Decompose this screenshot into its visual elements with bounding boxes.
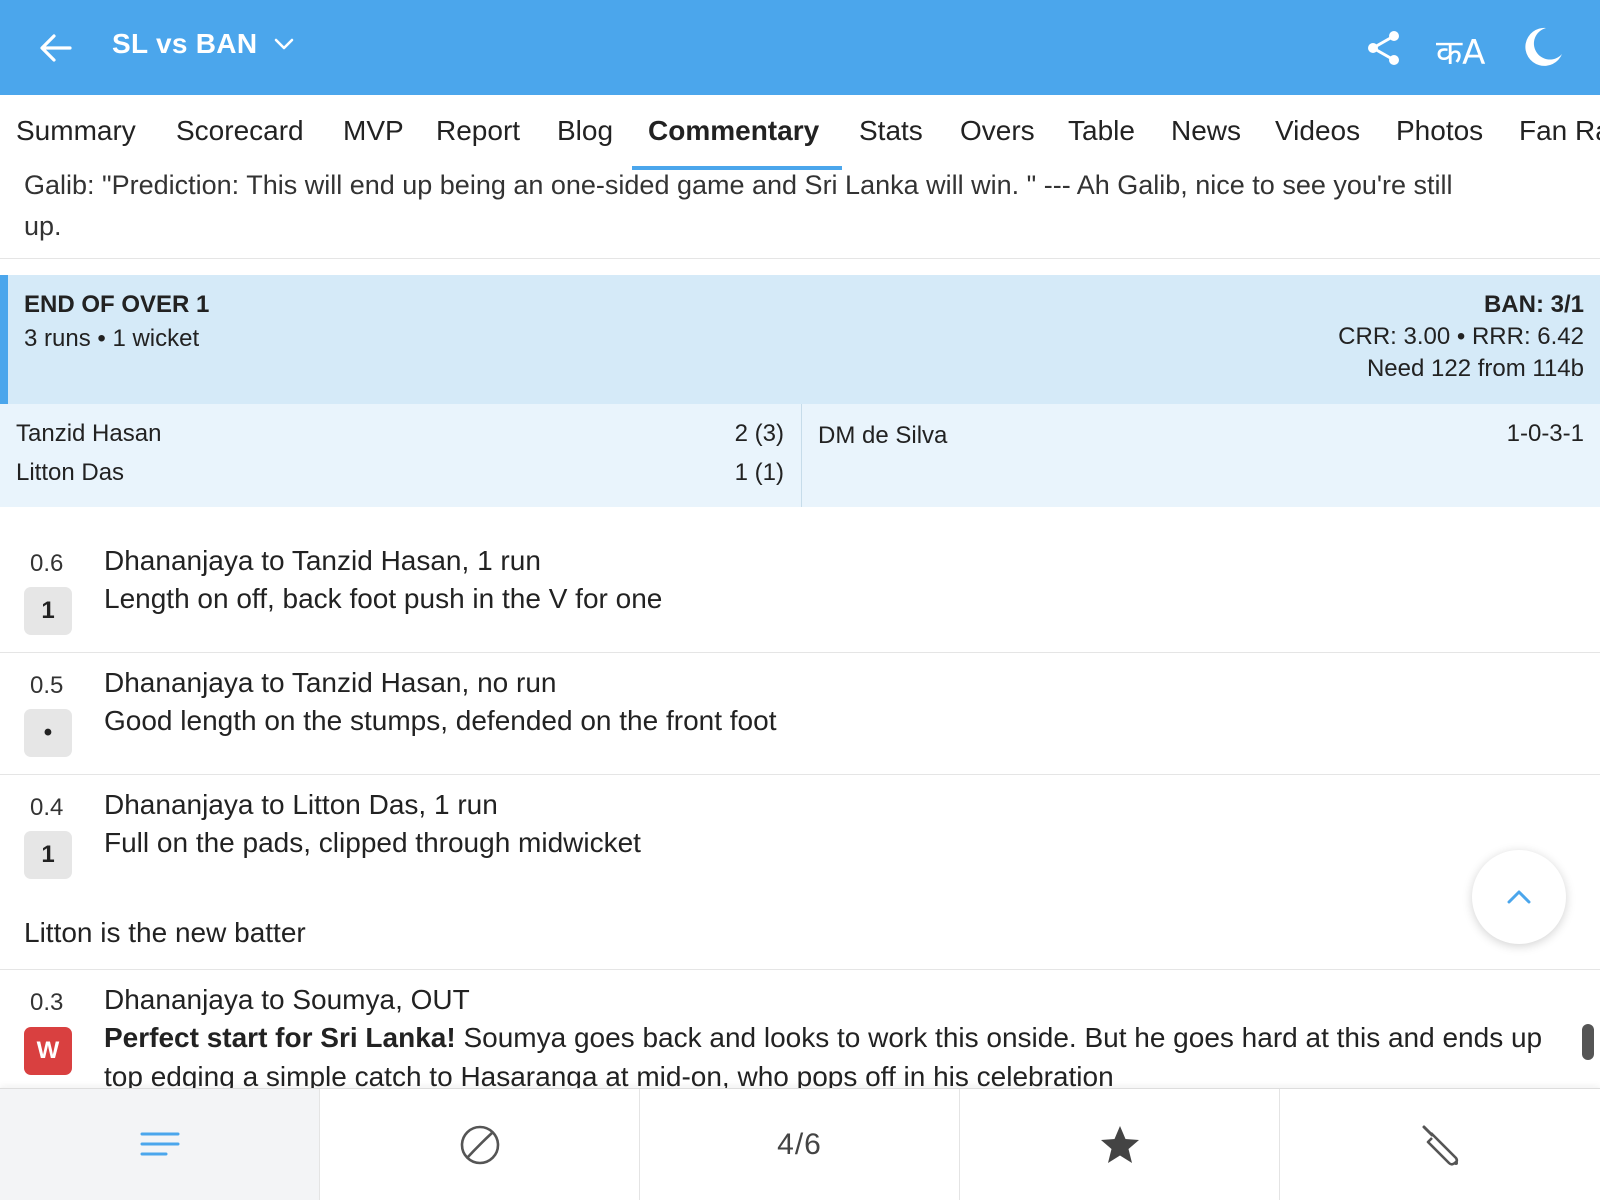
nav-page-indicator[interactable]: 4/6 xyxy=(640,1089,960,1200)
moon-icon[interactable] xyxy=(1520,24,1566,70)
chevron-down-icon xyxy=(275,38,294,50)
menu-icon xyxy=(140,1132,179,1156)
chevron-up-icon xyxy=(1507,890,1531,904)
commentary-text-body: Soumya goes back and looks to work this … xyxy=(455,1022,1543,1053)
bowler-figures: 1-0-3-1 xyxy=(1506,420,1584,447)
dot-ball-badge: • xyxy=(24,709,72,757)
players-panel: Tanzid Hasan 2 (3) Litton Das 1 (1) DM d… xyxy=(0,404,1600,507)
batter-score: 2 (3) xyxy=(734,420,784,447)
bowler-name: DM de Silva xyxy=(818,422,948,449)
over-summary: END OF OVER 1 3 runs • 1 wicket BAN: 3/1… xyxy=(0,275,1600,404)
divider xyxy=(0,774,1600,775)
previous-comment-line-2: up. xyxy=(24,211,62,241)
commentary-title: Dhananjaya to Soumya, OUT xyxy=(104,984,470,1015)
tab-bar: Summary Scorecard MVP Report Blog Commen… xyxy=(0,95,1600,175)
share-icon[interactable] xyxy=(1364,28,1404,68)
tab-photos[interactable]: Photos xyxy=(1396,115,1483,147)
tab-summary[interactable]: Summary xyxy=(16,115,136,147)
commentary-text: Good length on the stumps, defended on t… xyxy=(104,705,777,736)
commentary-text: Perfect start for Sri Lanka! Soumya goes… xyxy=(104,1022,1542,1054)
previous-comment-line-1: Galib: "Prediction: This will end up bei… xyxy=(24,170,1453,200)
tab-scorecard[interactable]: Scorecard xyxy=(176,115,304,147)
bat-icon xyxy=(1422,1125,1459,1166)
runs-badge: 1 xyxy=(24,587,72,635)
previous-comment: Galib: "Prediction: This will end up bei… xyxy=(24,165,1564,247)
tab-fan-ratings[interactable]: Fan Ra xyxy=(1519,115,1600,147)
nav-favorites[interactable] xyxy=(960,1089,1280,1200)
over-title: END OF OVER 1 xyxy=(24,291,210,318)
tab-report[interactable]: Report xyxy=(436,115,520,147)
divider xyxy=(0,969,1600,970)
divider xyxy=(0,652,1600,653)
page-indicator: 4/6 xyxy=(777,1128,822,1161)
tab-overs[interactable]: Overs xyxy=(960,115,1035,147)
back-arrow-icon[interactable] xyxy=(34,26,78,70)
ball-number: 0.4 xyxy=(30,794,64,821)
target-need: Need 122 from 114b xyxy=(1366,355,1584,382)
divider xyxy=(0,258,1600,259)
app-bar: SL vs BAN क​A xyxy=(0,0,1600,95)
runs-badge: 1 xyxy=(24,831,72,879)
bottom-navigation: 4/6 xyxy=(0,1088,1600,1200)
team-score: BAN: 3/1 xyxy=(1483,291,1584,318)
run-rates: CRR: 3.00 • RRR: 6.42 xyxy=(1338,323,1584,350)
commentary-text: Full on the pads, clipped through midwic… xyxy=(104,827,641,858)
tab-videos[interactable]: Videos xyxy=(1275,115,1360,147)
match-selector[interactable]: SL vs BAN xyxy=(112,28,297,60)
tab-mvp[interactable]: MVP xyxy=(343,115,404,147)
star-icon xyxy=(1100,1126,1139,1163)
language-icon[interactable]: क​A xyxy=(1436,28,1485,74)
commentary-title: Dhananjaya to Tanzid Hasan, no run xyxy=(104,667,557,698)
scroll-to-top-button[interactable] xyxy=(1472,850,1566,944)
batter-name: Litton Das xyxy=(16,459,125,486)
ball-icon xyxy=(460,1125,499,1165)
ball-number: 0.3 xyxy=(30,989,64,1016)
wicket-badge: W xyxy=(24,1027,72,1075)
divider xyxy=(801,404,802,507)
tab-table[interactable]: Table xyxy=(1068,115,1135,147)
tab-commentary[interactable]: Commentary xyxy=(648,115,819,147)
tab-stats[interactable]: Stats xyxy=(859,115,923,147)
batter-name: Tanzid Hasan xyxy=(16,420,162,447)
scrollbar-thumb[interactable] xyxy=(1582,1024,1594,1060)
match-title: SL vs BAN xyxy=(112,28,258,59)
ball-number: 0.6 xyxy=(30,550,64,577)
ball-number: 0.5 xyxy=(30,672,64,699)
tab-news[interactable]: News xyxy=(1171,115,1241,147)
new-batter-note: Litton is the new batter xyxy=(24,917,306,948)
nav-ball[interactable] xyxy=(320,1089,640,1200)
nav-commentary[interactable] xyxy=(0,1089,320,1200)
nav-batting[interactable] xyxy=(1280,1089,1600,1200)
batter-score: 1 (1) xyxy=(734,459,784,486)
tab-blog[interactable]: Blog xyxy=(557,115,613,147)
commentary-highlight: Perfect start for Sri Lanka! xyxy=(104,1022,456,1053)
commentary-title: Dhananjaya to Litton Das, 1 run xyxy=(104,789,498,820)
commentary-title: Dhananjaya to Tanzid Hasan, 1 run xyxy=(104,545,541,576)
over-runs-wickets: 3 runs • 1 wicket xyxy=(24,325,200,352)
commentary-text: Length on off, back foot push in the V f… xyxy=(104,583,663,614)
